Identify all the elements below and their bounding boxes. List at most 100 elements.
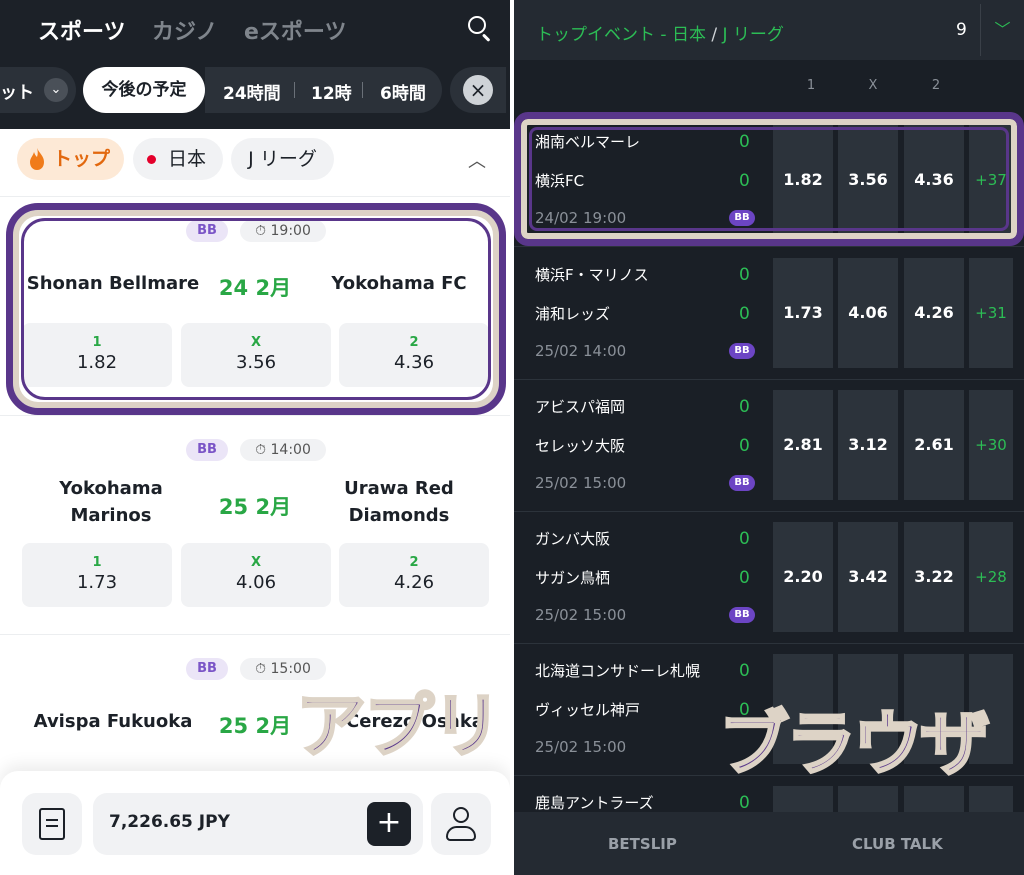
tab-casino[interactable]: カジノ	[152, 14, 218, 46]
clear-filter-button[interactable]: ×	[450, 67, 506, 113]
flame-icon	[30, 148, 44, 170]
betslip-button[interactable]	[22, 793, 82, 855]
column-header-home: 1	[806, 78, 816, 93]
event-title[interactable]: トップイベント - 日本 / J リーグ	[536, 20, 784, 45]
away-team: 浦和レッズ	[535, 305, 611, 323]
more-markets-button[interactable]: +28	[969, 522, 1013, 632]
highlight-frame	[6, 203, 506, 415]
home-team: Avispa Fukuoka	[33, 711, 193, 732]
app-overlay-label: アプリ	[295, 684, 504, 769]
match-card[interactable]: BB ⏱ 14:00 Yokohama Marinos 25 2月 Urawa …	[0, 417, 510, 635]
home-score: 0	[739, 265, 750, 285]
kickoff-time-badge: ⏱ 14:00	[240, 439, 326, 461]
balance-amount: 7,226.65 JPY	[109, 812, 230, 832]
event-row[interactable]: アビスパ福岡 0 セレッソ大阪 0 25/02 15:00 BB 2.81 3.12 2.61 +…	[514, 379, 1024, 512]
bet-builder-badge: BB	[186, 658, 228, 680]
chevron-up-icon[interactable]: ︿	[468, 147, 488, 172]
odds-button[interactable]: 1.73	[773, 258, 833, 368]
odds-button[interactable]: 3.22	[904, 522, 964, 632]
away-team: セレッソ大阪	[535, 437, 626, 455]
kickoff-time: 25/02 15:00	[535, 474, 627, 492]
close-icon: ×	[463, 75, 493, 105]
away-team: Urawa Red Diamonds	[344, 478, 454, 526]
kickoff-time: 25/02 14:00	[535, 342, 627, 360]
bet-builder-badge: BB	[186, 439, 228, 461]
event-row[interactable]: ガンバ大阪 0 サガン鳥栖 0 25/02 15:00 BB 2.20 3.42 3.22 +28	[514, 511, 1024, 644]
breadcrumb-league[interactable]: J リーグ	[231, 138, 334, 180]
deposit-plus-icon[interactable]: +	[367, 802, 411, 846]
search-icon[interactable]	[462, 10, 496, 44]
time-filter-bar: ット ⌄ 今後の予定 24時間 12時 6時間 ×	[0, 67, 510, 113]
odds-button[interactable]: 2.61	[904, 390, 964, 500]
time-range-group: 24時間 12時 6時間	[205, 67, 442, 113]
filter-6h[interactable]: 6時間	[380, 79, 426, 104]
tab-esports[interactable]: eスポーツ	[244, 14, 346, 46]
home-team: 鹿島アントラーズ	[535, 794, 654, 812]
more-markets-button[interactable]: +30	[969, 390, 1013, 500]
odds-draw-button[interactable]: X 4.06	[181, 543, 331, 607]
home-team: 北海道コンサドーレ札幌	[535, 662, 701, 680]
home-score: 0	[739, 661, 750, 681]
bet-builder-badge: BB	[729, 475, 755, 491]
breadcrumb-top[interactable]: トップ	[17, 138, 124, 180]
more-markets-button[interactable]: +31	[969, 258, 1013, 368]
balance-display[interactable]: 7,226.65 JPY +	[93, 793, 423, 855]
event-header: トップイベント - 日本 / J リーグ 9 ﹀	[514, 0, 1024, 60]
divider	[294, 82, 295, 98]
app-header: スポーツ カジノ eスポーツ ット ⌄ 今後の予定 24時間 12時 6時間 ×	[0, 0, 510, 129]
highlight-frame	[514, 112, 1024, 246]
bet-builder-badge: BB	[729, 607, 755, 623]
filter-market-label: ット	[0, 83, 34, 103]
away-team: サガン鳥栖	[535, 569, 611, 587]
filter-upcoming[interactable]: 今後の予定	[83, 67, 205, 113]
tab-club-talk[interactable]: CLUB TALK	[852, 835, 943, 853]
japan-flag-icon	[147, 155, 156, 164]
tab-betslip[interactable]: BETSLIP	[608, 835, 677, 853]
home-team: 横浜F・マリノス	[535, 266, 649, 284]
odds-button[interactable]: 2.20	[773, 522, 833, 632]
home-team: ガンバ大阪	[535, 530, 611, 548]
browser-panel: トップイベント - 日本 / J リーグ 9 ﹀ 1 X 2 湘南ベルマーレ 0 横…	[514, 0, 1024, 875]
kickoff-time: 25/02 15:00	[535, 738, 627, 756]
home-score: 0	[739, 397, 750, 417]
home-score: 0	[739, 793, 750, 813]
filter-24h[interactable]: 24時間	[223, 79, 281, 104]
user-icon	[453, 807, 469, 823]
odds-button[interactable]: 2.81	[773, 390, 833, 500]
column-header-draw: X	[868, 78, 878, 93]
home-score: 0	[739, 529, 750, 549]
filter-market-chip[interactable]: ット ⌄	[0, 67, 76, 113]
bottom-bar: 7,226.65 JPY +	[0, 771, 510, 875]
breadcrumb: トップ 日本 J リーグ	[0, 129, 510, 197]
chevron-down-icon[interactable]: ﹀	[980, 4, 1024, 56]
odds-home-button[interactable]: 1 1.73	[22, 543, 172, 607]
tab-sports[interactable]: スポーツ	[38, 14, 126, 46]
bottom-tabs: BETSLIP CLUB TALK	[514, 812, 1024, 875]
odds-button[interactable]: 4.26	[904, 258, 964, 368]
event-count: 9	[956, 20, 967, 40]
browser-overlay-label: ブラウザ	[718, 702, 992, 787]
chevron-down-icon: ⌄	[44, 78, 68, 102]
home-team: Yokohama Marinos	[59, 478, 163, 526]
app-panel: スポーツ カジノ eスポーツ ット ⌄ 今後の予定 24時間 12時 6時間 ×…	[0, 0, 510, 875]
breadcrumb-top-label: トップ	[53, 148, 111, 170]
home-team: アビスパ福岡	[535, 398, 626, 416]
odds-away-button[interactable]: 2 4.26	[339, 543, 489, 607]
match-date: 25 2月	[218, 495, 292, 519]
odds-button[interactable]: 4.06	[838, 258, 898, 368]
breadcrumb-japan-label: 日本	[168, 148, 207, 170]
column-header-away: 2	[931, 78, 941, 93]
away-score: 0	[739, 304, 750, 324]
bet-builder-badge: BB	[729, 343, 755, 359]
event-row[interactable]: 横浜F・マリノス 0 浦和レッズ 0 25/02 14:00 BB 1.73 4.06 4.26…	[514, 247, 1024, 380]
account-button[interactable]	[431, 793, 491, 855]
filter-12h[interactable]: 12時	[311, 79, 352, 104]
odds-button[interactable]: 3.12	[838, 390, 898, 500]
odds-button[interactable]: 3.42	[838, 522, 898, 632]
breadcrumb-japan[interactable]: 日本	[133, 138, 223, 180]
kickoff-time: 25/02 15:00	[535, 606, 627, 624]
away-score: 0	[739, 436, 750, 456]
divider	[362, 82, 363, 98]
away-score: 0	[739, 568, 750, 588]
receipt-icon	[39, 808, 65, 840]
